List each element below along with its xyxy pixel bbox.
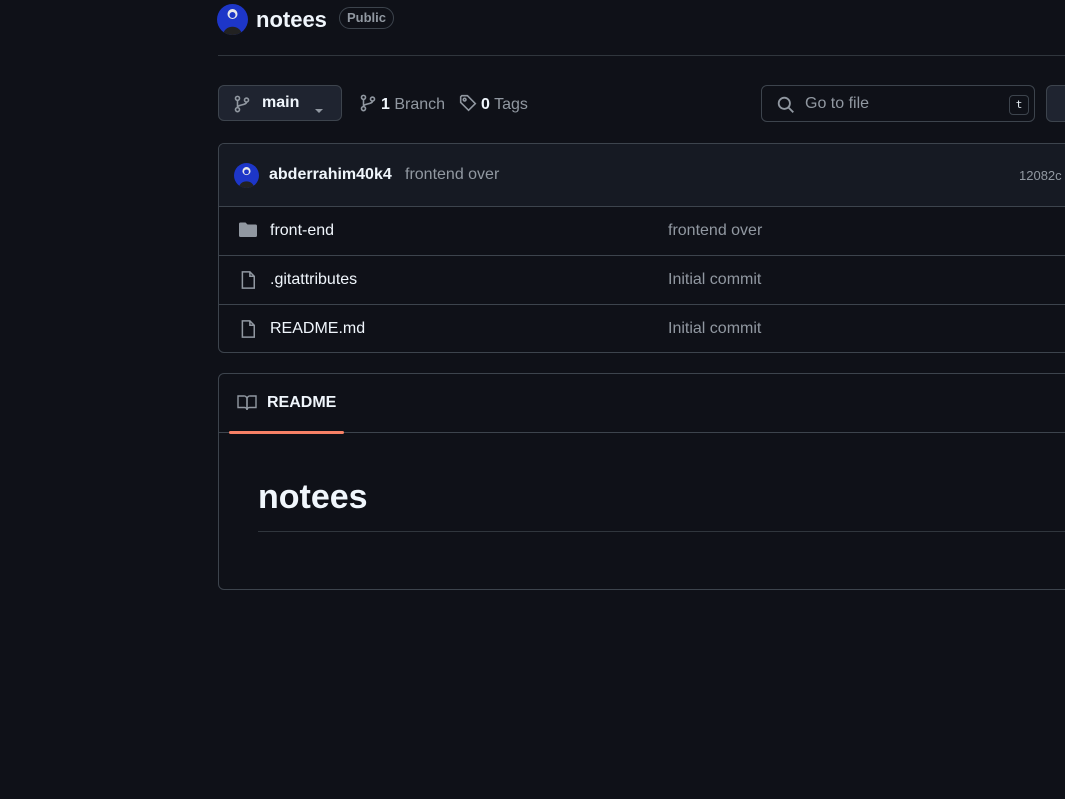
file-commit-message[interactable]: Initial commit xyxy=(668,320,761,338)
tag-icon xyxy=(459,94,477,118)
readme-tab-bar: README xyxy=(219,374,1065,434)
visibility-badge: Public xyxy=(339,7,395,29)
tag-count: 0 xyxy=(481,96,490,113)
branch-label: Branch xyxy=(394,96,446,113)
heading-divider xyxy=(258,531,1065,532)
git-branch-icon xyxy=(359,94,377,118)
add-file-button[interactable] xyxy=(1046,85,1065,122)
tab-readme-label: README xyxy=(267,394,337,411)
tags-link[interactable]: 0 Tags xyxy=(459,94,528,118)
commit-author-avatar[interactable] xyxy=(234,163,259,188)
latest-commit-row: abderrahim40k4 frontend over 12082c xyxy=(219,144,1065,207)
go-to-file-input[interactable]: Go to file t xyxy=(761,85,1035,122)
folder-icon xyxy=(238,221,258,244)
file-name[interactable]: .gitattributes xyxy=(270,271,357,289)
git-branch-icon xyxy=(233,95,251,118)
file-name[interactable]: README.md xyxy=(270,320,365,338)
branch-count: 1 xyxy=(381,96,390,113)
readme-panel: README notees xyxy=(218,373,1065,590)
file-commit-message[interactable]: frontend over xyxy=(668,222,762,240)
file-icon xyxy=(238,319,258,344)
file-commit-message[interactable]: Initial commit xyxy=(668,271,761,289)
file-row[interactable]: .gitattributes Initial commit xyxy=(219,256,1065,305)
readme-heading: notees xyxy=(258,478,368,516)
active-tab-indicator xyxy=(229,431,344,434)
tab-readme[interactable]: README xyxy=(229,374,344,434)
file-row[interactable]: README.md Initial commit xyxy=(219,305,1065,352)
commit-author[interactable]: abderrahim40k4 xyxy=(269,166,392,184)
file-name[interactable]: front-end xyxy=(270,222,334,240)
file-row[interactable]: front-end frontend over xyxy=(219,207,1065,256)
chevron-down-icon xyxy=(314,101,324,119)
commit-message[interactable]: frontend over xyxy=(405,166,499,184)
keyboard-shortcut-hint: t xyxy=(1009,95,1029,115)
branch-select-button[interactable]: main xyxy=(218,85,342,121)
search-placeholder: Go to file xyxy=(805,95,870,112)
commit-sha[interactable]: 12082c xyxy=(1019,168,1062,183)
repo-owner-avatar[interactable] xyxy=(217,4,248,35)
repo-name[interactable]: notees xyxy=(256,5,327,35)
file-icon xyxy=(238,270,258,295)
tag-label: Tags xyxy=(494,96,528,113)
branches-link[interactable]: 1 Branch xyxy=(359,94,445,118)
file-listing: abderrahim40k4 frontend over 12082c fron… xyxy=(218,143,1065,353)
branch-name: main xyxy=(262,94,300,111)
search-icon xyxy=(777,96,795,119)
header-divider xyxy=(218,55,1065,56)
book-icon xyxy=(237,394,257,417)
